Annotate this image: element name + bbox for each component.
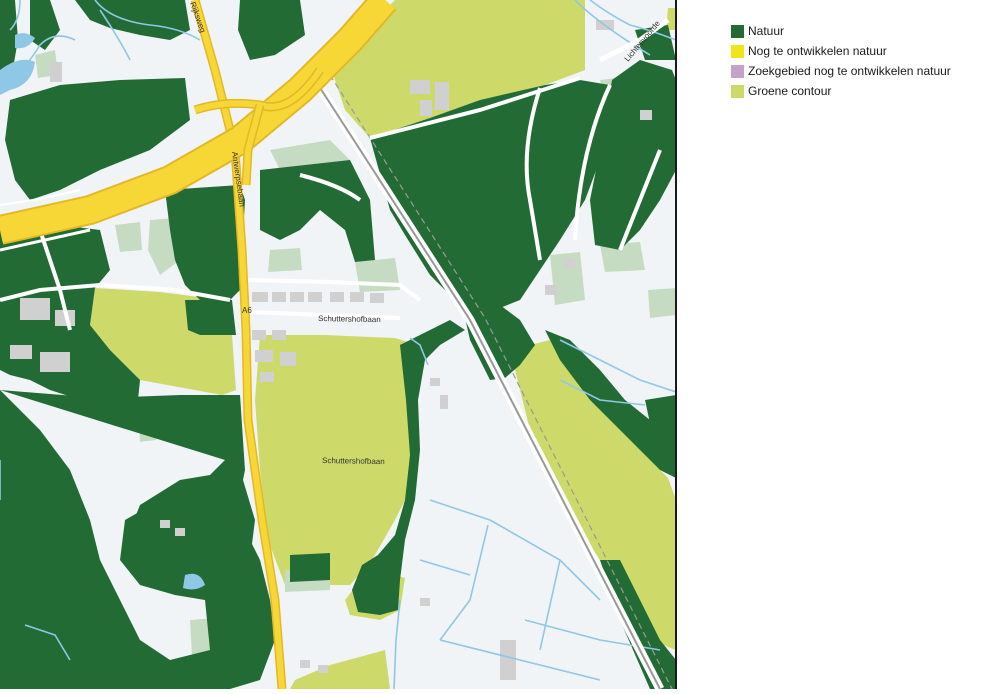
legend-label-groene-contour: Groene contour [748,83,832,98]
road-number-label: A6 [242,306,252,315]
legend-swatch-zoekgebied [731,64,744,78]
legend-swatch-nog-te-ontwikkelen [731,44,744,58]
map-canvas[interactable]: Schuttershofbaan Schuttershofbaan Antwer… [0,0,677,692]
legend-item-natuur: Natuur [731,21,951,41]
street-label-schuttersdreef: Schuttershofbaan [318,314,381,324]
legend-item-nog-te-ontwikkelen: Nog te ontwikkelen natuur [731,41,951,61]
map-frame-divider [675,0,677,689]
legend-item-zoekgebied: Zoekgebied nog te ontwikkelen natuur [731,61,951,81]
legend-label-zoekgebied: Zoekgebied nog te ontwikkelen natuur [748,63,951,78]
legend-swatch-groene-contour [731,84,744,98]
map-svg: Schuttershofbaan Schuttershofbaan Antwer… [0,0,677,692]
map-legend: Natuur Nog te ontwikkelen natuur Zoekgeb… [731,21,951,101]
legend-swatch-natuur [731,24,744,38]
legend-item-groene-contour: Groene contour [731,81,951,101]
legend-label-natuur: Natuur [748,23,785,38]
street-label-schuttersdreef-lower: Schuttershofbaan [322,456,385,466]
legend-label-nog-te-ontwikkelen: Nog te ontwikkelen natuur [748,43,887,58]
